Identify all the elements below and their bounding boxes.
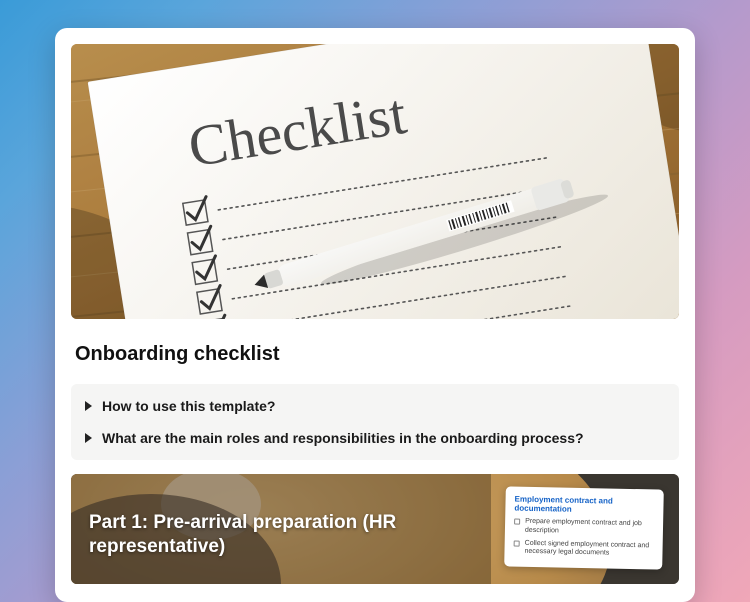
toggle-how-to-use[interactable]: How to use this template? bbox=[75, 390, 675, 422]
inset-item-text: Collect signed employment contract and n… bbox=[524, 540, 653, 560]
part1-banner[interactable]: Part 1: Pre-arrival preparation (HR repr… bbox=[71, 474, 679, 584]
toggle-roles-responsibilities[interactable]: What are the main roles and responsibili… bbox=[75, 422, 675, 454]
toggle-label: What are the main roles and responsibili… bbox=[102, 429, 584, 447]
checkbox-icon bbox=[514, 519, 520, 525]
part1-heading: Part 1: Pre-arrival preparation (HR repr… bbox=[89, 511, 459, 559]
inset-item: Prepare employment contract and job desc… bbox=[514, 518, 654, 538]
document-card: Checklist bbox=[55, 28, 695, 602]
chevron-right-icon bbox=[85, 401, 92, 411]
page-title: Onboarding checklist bbox=[75, 343, 679, 366]
chevron-right-icon bbox=[85, 433, 92, 443]
cover-image: Checklist bbox=[71, 44, 679, 319]
inset-card: Employment contract and documentation Pr… bbox=[504, 487, 664, 570]
checkbox-icon bbox=[514, 540, 520, 546]
inset-item: Collect signed employment contract and n… bbox=[513, 539, 653, 559]
inset-heading: Employment contract and documentation bbox=[514, 495, 654, 516]
inset-item-text: Prepare employment contract and job desc… bbox=[525, 518, 654, 538]
toggle-label: How to use this template? bbox=[102, 397, 275, 415]
toggle-group: How to use this template? What are the m… bbox=[71, 384, 679, 460]
